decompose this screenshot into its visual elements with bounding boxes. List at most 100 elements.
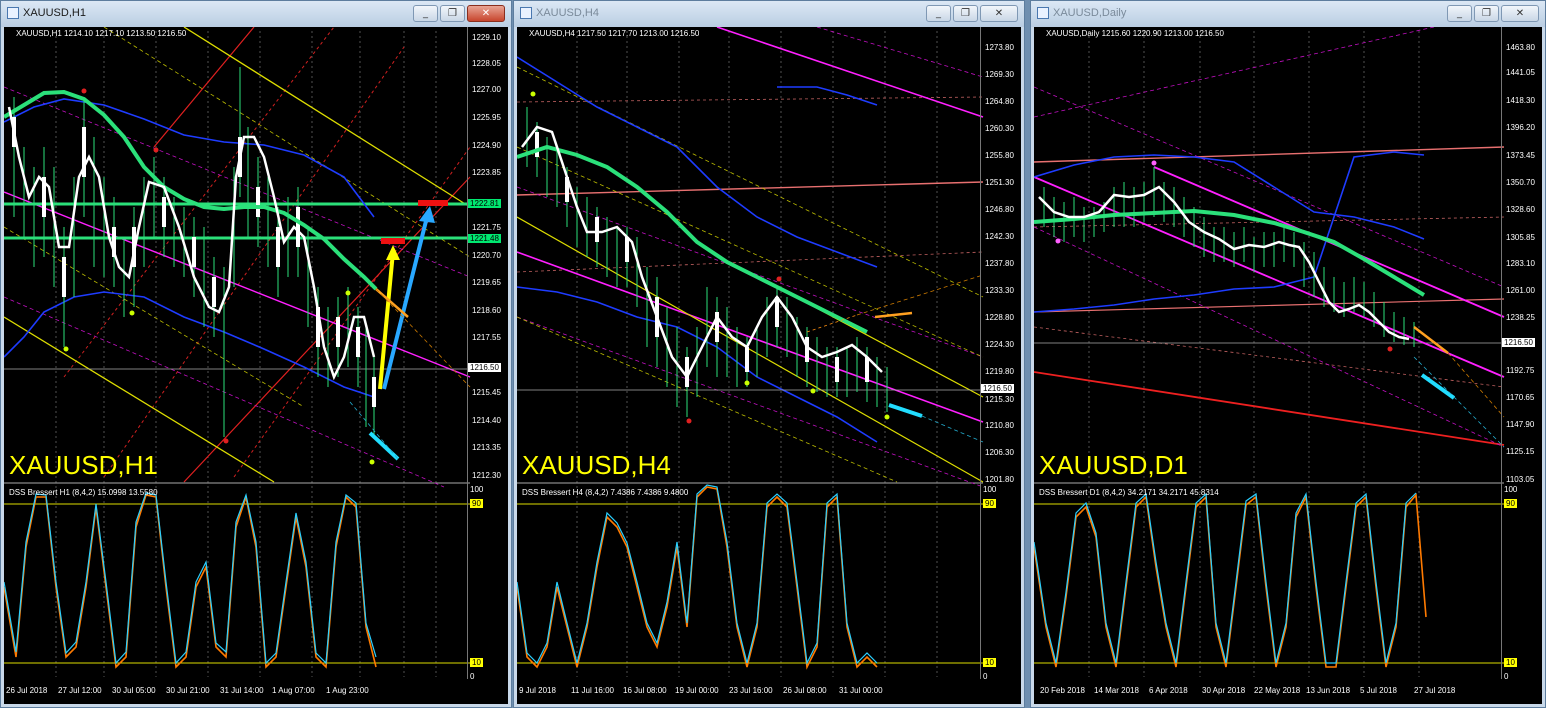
price-label: 1224.90 bbox=[472, 141, 501, 150]
time-label: 31 Jul 00:00 bbox=[839, 686, 883, 695]
current-price-label: 1216.50 bbox=[468, 363, 501, 372]
minimize-button[interactable]: _ bbox=[926, 5, 951, 22]
title-bar[interactable]: XAUUSD,Daily _ ❐ ✕ bbox=[1031, 1, 1545, 27]
price-scale[interactable]: 1273.80 1269.30 1264.80 1260.30 1255.80 … bbox=[980, 27, 1021, 681]
indicator-level: 90 bbox=[1504, 499, 1517, 508]
indicator-level: 10 bbox=[1504, 658, 1517, 667]
indicator-level: 10 bbox=[983, 658, 996, 667]
price-chart[interactable]: XAUUSD,H1 1214.10 1217.10 1213.50 1216.5… bbox=[4, 27, 508, 704]
price-label: 1220.70 bbox=[472, 251, 501, 260]
time-label: 9 Jul 2018 bbox=[519, 686, 556, 695]
price-scale[interactable]: 1229.10 1228.05 1227.00 1225.95 1224.90 … bbox=[467, 27, 508, 681]
price-label: 1246.80 bbox=[985, 205, 1014, 214]
price-label: 1215.45 bbox=[472, 388, 501, 397]
time-label: 16 Jul 08:00 bbox=[623, 686, 667, 695]
indicator-level: 90 bbox=[470, 499, 483, 508]
price-label: 1125.15 bbox=[1506, 447, 1535, 456]
price-label: 1283.10 bbox=[1506, 259, 1535, 268]
indicator-level: 10 bbox=[470, 658, 483, 667]
price-label: 1238.25 bbox=[1506, 313, 1535, 322]
price-label: 1217.55 bbox=[472, 333, 501, 342]
price-chart[interactable]: XAUUSD,H4 1217.50 1217.70 1213.00 1216.5… bbox=[517, 27, 1021, 704]
price-label: 1264.80 bbox=[985, 97, 1014, 106]
price-label: 1255.80 bbox=[985, 151, 1014, 160]
minimize-button[interactable]: _ bbox=[413, 5, 438, 22]
price-label: 1225.95 bbox=[472, 113, 501, 122]
indicator-level: 0 bbox=[1504, 672, 1509, 681]
current-price-label: 1216.50 bbox=[1502, 338, 1535, 347]
indicator-level: 100 bbox=[1504, 485, 1518, 494]
chart-window-icon bbox=[1037, 7, 1049, 19]
restore-button[interactable]: ❐ bbox=[953, 5, 978, 22]
current-price-label: 1216.50 bbox=[981, 384, 1014, 393]
price-label: 1213.35 bbox=[472, 443, 501, 452]
price-label: 1441.05 bbox=[1506, 68, 1535, 77]
symbol-ohlc: XAUUSD,H4 1217.50 1217.70 1213.00 1216.5… bbox=[529, 29, 700, 38]
price-label: 1221.75 bbox=[472, 223, 501, 232]
price-label: 1201.80 bbox=[985, 475, 1014, 484]
price-label: 1229.10 bbox=[472, 33, 501, 42]
time-label: 31 Jul 14:00 bbox=[220, 686, 264, 695]
price-label: 1251.30 bbox=[985, 178, 1014, 187]
price-label: 1269.30 bbox=[985, 70, 1014, 79]
price-chart[interactable]: XAUUSD,Daily 1215.60 1220.90 1213.00 121… bbox=[1034, 27, 1542, 704]
chart-canvas[interactable] bbox=[517, 27, 1023, 706]
price-label: 1219.65 bbox=[472, 278, 501, 287]
time-label: 6 Apr 2018 bbox=[1149, 686, 1188, 695]
title-bar[interactable]: XAUUSD,H4 _ ❐ ✕ bbox=[514, 1, 1024, 27]
time-label: 1 Aug 23:00 bbox=[326, 686, 369, 695]
price-label: 1192.75 bbox=[1506, 366, 1535, 375]
close-button[interactable]: ✕ bbox=[980, 5, 1018, 22]
chart-canvas[interactable] bbox=[1034, 27, 1544, 706]
price-label: 1224.30 bbox=[985, 340, 1014, 349]
indicator-label: DSS Bressert H1 (8,4,2) 15.0998 13.5580 bbox=[9, 488, 158, 497]
price-label: 1147.90 bbox=[1506, 420, 1535, 429]
restore-button[interactable]: ❐ bbox=[1474, 5, 1499, 22]
price-label: 1242.30 bbox=[985, 232, 1014, 241]
chart-window-icon bbox=[520, 7, 532, 19]
indicator-level: 100 bbox=[983, 485, 997, 494]
time-label: 1 Aug 07:00 bbox=[272, 686, 315, 695]
chart-window-daily[interactable]: XAUUSD,Daily _ ❐ ✕ XAUUSD,Daily 1215.60 … bbox=[1030, 0, 1546, 708]
price-label: 1227.00 bbox=[472, 85, 501, 94]
price-label: 1463.80 bbox=[1506, 43, 1535, 52]
price-label: 1233.30 bbox=[985, 286, 1014, 295]
restore-button[interactable]: ❐ bbox=[440, 5, 465, 22]
title-bar[interactable]: XAUUSD,H1 _ ❐ ✕ bbox=[1, 1, 511, 27]
symbol-ohlc: XAUUSD,Daily 1215.60 1220.90 1213.00 121… bbox=[1046, 29, 1224, 38]
price-label: 1273.80 bbox=[985, 43, 1014, 52]
price-scale[interactable]: 1463.80 1441.05 1418.30 1396.20 1373.45 … bbox=[1501, 27, 1542, 681]
time-label: 14 Mar 2018 bbox=[1094, 686, 1139, 695]
time-label: 30 Apr 2018 bbox=[1202, 686, 1246, 695]
time-label: 13 Jun 2018 bbox=[1306, 686, 1351, 695]
time-label: 26 Jul 08:00 bbox=[783, 686, 827, 695]
close-button[interactable]: ✕ bbox=[467, 5, 505, 22]
price-label: 1212.30 bbox=[472, 471, 501, 480]
price-label: 1305.85 bbox=[1506, 233, 1535, 242]
chart-window-h4[interactable]: XAUUSD,H4 _ ❐ ✕ XAUUSD,H4 1217.50 1217.7… bbox=[513, 0, 1025, 708]
price-label: 1350.70 bbox=[1506, 178, 1535, 187]
level-label: 1222.81 bbox=[468, 199, 501, 208]
price-label: 1210.80 bbox=[985, 421, 1014, 430]
chart-window-h1[interactable]: XAUUSD,H1 _ ❐ ✕ XAUUSD,H1 1214.10 1217.1… bbox=[0, 0, 512, 708]
price-label: 1103.05 bbox=[1506, 475, 1535, 484]
price-label: 1223.85 bbox=[472, 168, 501, 177]
time-label: 30 Jul 05:00 bbox=[112, 686, 156, 695]
indicator-label: DSS Bressert D1 (8,4,2) 34.2171 34.2171 … bbox=[1039, 488, 1219, 497]
close-button[interactable]: ✕ bbox=[1501, 5, 1539, 22]
price-label: 1219.80 bbox=[985, 367, 1014, 376]
price-label: 1418.30 bbox=[1506, 96, 1535, 105]
time-label: 19 Jul 00:00 bbox=[675, 686, 719, 695]
time-label: 30 Jul 21:00 bbox=[166, 686, 210, 695]
indicator-level: 0 bbox=[983, 672, 988, 681]
chart-canvas[interactable] bbox=[4, 27, 510, 706]
symbol-big-label: XAUUSD,D1 bbox=[1039, 450, 1188, 480]
minimize-button[interactable]: _ bbox=[1447, 5, 1472, 22]
window-title: XAUUSD,H1 bbox=[23, 7, 86, 19]
indicator-level: 90 bbox=[983, 499, 996, 508]
window-title: XAUUSD,Daily bbox=[1053, 7, 1127, 19]
chart-window-icon bbox=[7, 7, 19, 19]
price-label: 1228.05 bbox=[472, 59, 501, 68]
indicator-label: DSS Bressert H4 (8,4,2) 7.4386 7.4386 9.… bbox=[522, 488, 689, 497]
price-label: 1215.30 bbox=[985, 395, 1014, 404]
